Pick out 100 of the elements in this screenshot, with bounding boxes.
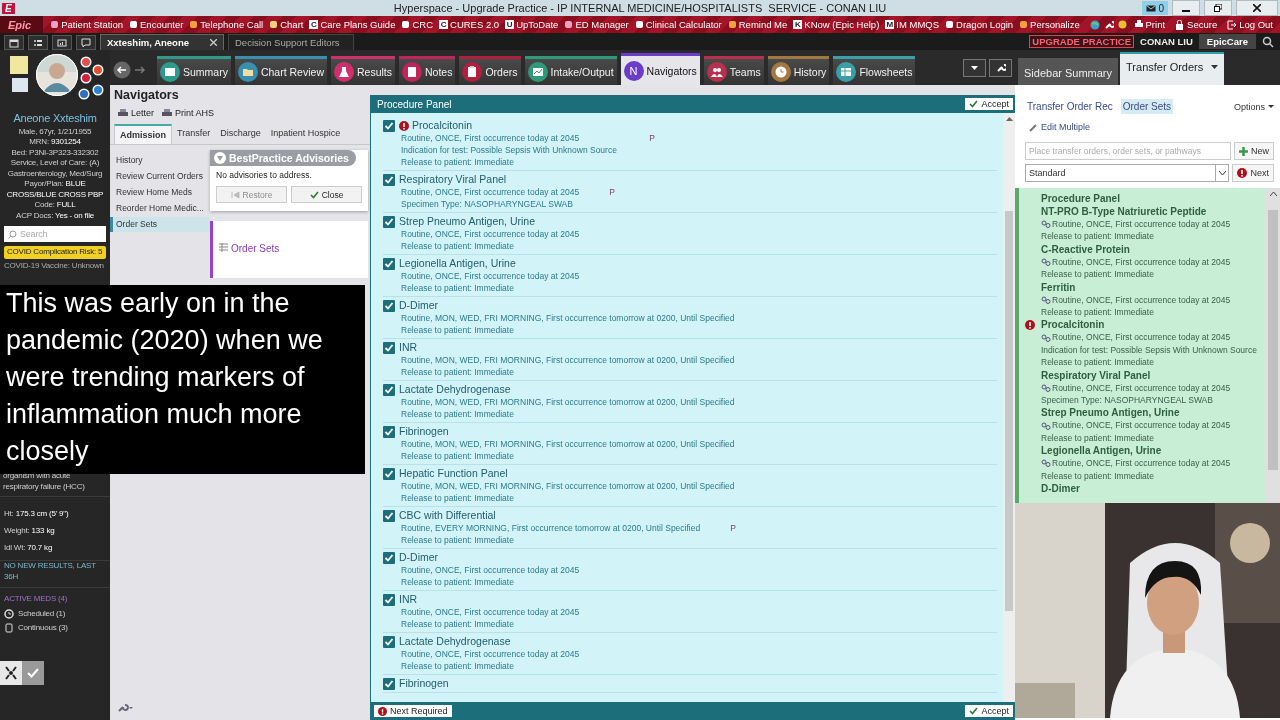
activity-tab[interactable]: Summary: [157, 56, 231, 85]
menu-item[interactable]: History: [110, 153, 210, 168]
accept-button[interactable]: Accept: [965, 705, 1013, 717]
order-name: Strep Pneumo Antigen, Urine: [1041, 406, 1180, 420]
toolbar-button[interactable]: [76, 35, 96, 50]
checkbox[interactable]: [383, 678, 395, 690]
order-name: Respiratory Viral Panel: [1041, 368, 1151, 382]
search-icon[interactable]: [1262, 35, 1274, 48]
checkbox[interactable]: [383, 594, 395, 606]
checkbox[interactable]: [383, 300, 395, 312]
toolbar-button[interactable]: Patient Station: [47, 17, 127, 32]
toolbar-button[interactable]: C Care Plans Guide: [306, 17, 399, 32]
order-mode-select[interactable]: Standard: [1025, 164, 1230, 182]
sidebar-tab[interactable]: Transfer Orders: [1120, 52, 1225, 85]
forward-icon[interactable]: [134, 64, 146, 76]
mail-button[interactable]: 0: [1142, 1, 1168, 15]
checkbox[interactable]: [383, 468, 395, 480]
menu-item[interactable]: Reorder Home Medic...: [110, 201, 210, 216]
sidebar-tab[interactable]: Sidebar Summary: [1018, 58, 1119, 85]
checkbox[interactable]: [383, 510, 395, 522]
toolbar-button[interactable]: ED Manager: [561, 17, 632, 32]
next-button[interactable]: Next: [1232, 164, 1274, 182]
checkbox[interactable]: [383, 636, 395, 648]
toolbar-button[interactable]: M IM MMQS: [882, 17, 943, 32]
close-button[interactable]: [1236, 0, 1278, 16]
minimize-button[interactable]: [1172, 0, 1200, 16]
figure-button[interactable]: [0, 660, 22, 685]
section-tab[interactable]: Discharge: [215, 124, 266, 144]
section-tab[interactable]: Transfer: [172, 124, 216, 144]
menu-item[interactable]: Review Home Meds: [110, 185, 210, 200]
action-button[interactable]: Letter: [118, 108, 154, 118]
checkbox[interactable]: [383, 342, 395, 354]
link-tab[interactable]: Transfer Order Rec: [1025, 99, 1115, 114]
workspace-tab[interactable]: Decision Support Editors: [228, 34, 354, 50]
wrench-button[interactable]: [989, 58, 1012, 77]
checkbox[interactable]: [383, 552, 395, 564]
med-group[interactable]: Continuous (3): [18, 621, 68, 634]
scrollbar-thumb[interactable]: [1268, 210, 1278, 470]
toolbar-button[interactable]: Encounter: [126, 17, 187, 32]
section-tab[interactable]: Inpatient Hospice: [265, 124, 346, 144]
menu-item[interactable]: Order Sets: [110, 217, 210, 232]
activity-tab[interactable]: Teams: [703, 56, 764, 85]
new-button[interactable]: New: [1234, 142, 1274, 160]
menu-item[interactable]: Review Current Orders: [110, 169, 210, 184]
order-detail: Routine, ONCE, First occurrence today at 2045: [401, 564, 580, 576]
checkbox[interactable]: [383, 384, 395, 396]
med-group[interactable]: Scheduled (1): [18, 607, 66, 620]
checkbox[interactable]: [383, 120, 395, 132]
status-icon: [92, 64, 104, 76]
check-button[interactable]: [22, 660, 44, 685]
toolbar-button[interactable]: [4, 35, 24, 50]
toolbar-button[interactable]: Telephone Call: [186, 17, 267, 32]
order-detail: Routine, MON, WED, FRI MORNING, First occurrence tomorrow at 0200, Until Specified: [401, 354, 735, 366]
dropdown-button[interactable]: [963, 58, 986, 77]
edit-button[interactable]: Edit Multiple: [1025, 118, 1274, 138]
toolbar-button[interactable]: Personalize: [1016, 17, 1083, 32]
next-required-button[interactable]: Next Required: [374, 705, 452, 717]
activity-tab[interactable]: Flowsheets: [833, 56, 916, 85]
toolbar-button[interactable]: U UpToDate: [502, 17, 562, 32]
checkbox[interactable]: [383, 174, 395, 186]
section-tab[interactable]: Admission: [114, 124, 172, 144]
toolbar-button[interactable]: [28, 35, 48, 50]
toolbar-button[interactable]: Dragon Login: [942, 17, 1017, 32]
activity-tab[interactable]: Chart Review: [234, 56, 327, 85]
rings-icon: [1041, 421, 1051, 430]
table-icon: [219, 243, 228, 252]
rings-icon: [1041, 383, 1051, 392]
toolbar-button[interactable]: [52, 35, 72, 50]
toolbar-button[interactable]: Clinical Calculator: [631, 17, 725, 32]
activity-tab[interactable]: Results: [330, 56, 395, 85]
activity-tab[interactable]: Orders: [459, 56, 521, 85]
back-icon[interactable]: [113, 61, 131, 79]
section-link[interactable]: Order Sets: [231, 243, 280, 254]
scrollbar-thumb[interactable]: [1005, 211, 1013, 611]
toolbar-button[interactable]: Log Out: [1224, 17, 1276, 32]
checkbox[interactable]: [383, 216, 395, 228]
checkbox[interactable]: [383, 258, 395, 270]
activity-tab[interactable]: N Navigators: [620, 53, 700, 85]
toolbar-button[interactable]: Secure: [1172, 17, 1221, 32]
rings-icon: [1041, 333, 1051, 342]
activity-tab[interactable]: History: [767, 56, 830, 85]
toolbar-button[interactable]: CRC: [398, 17, 436, 32]
workspace-tab[interactable]: Xxteshim, Aneone: [100, 34, 224, 50]
toolbar-button[interactable]: K KNow (Epic Help): [790, 17, 883, 32]
options-button[interactable]: Options: [1233, 101, 1274, 112]
action-button[interactable]: Print AHS: [162, 108, 215, 118]
order-detail: Routine, EVERY MORNING, First occurrence tomorrow at 0200, Until Specified: [401, 522, 701, 534]
link-tab[interactable]: Order Sets: [1120, 99, 1174, 114]
activity-tab[interactable]: Intake/Output: [524, 56, 617, 85]
toolbar-button[interactable]: C CURES 2.0: [436, 17, 503, 32]
activity-tab[interactable]: Notes: [399, 56, 456, 85]
dialog-button[interactable]: Close: [291, 186, 362, 203]
restore-button[interactable]: [1204, 0, 1232, 16]
toolbar-button[interactable]: Chart: [266, 17, 307, 32]
toolbar-button[interactable]: Remind Me: [724, 17, 791, 32]
accept-button[interactable]: Accept: [965, 98, 1013, 110]
order-detail: Release to patient: Immediate: [1041, 469, 1154, 483]
toolbar-button[interactable]: Print: [1130, 17, 1169, 32]
checkbox[interactable]: [383, 426, 395, 438]
order-detail: Release to patient: Immediate: [1041, 268, 1154, 281]
